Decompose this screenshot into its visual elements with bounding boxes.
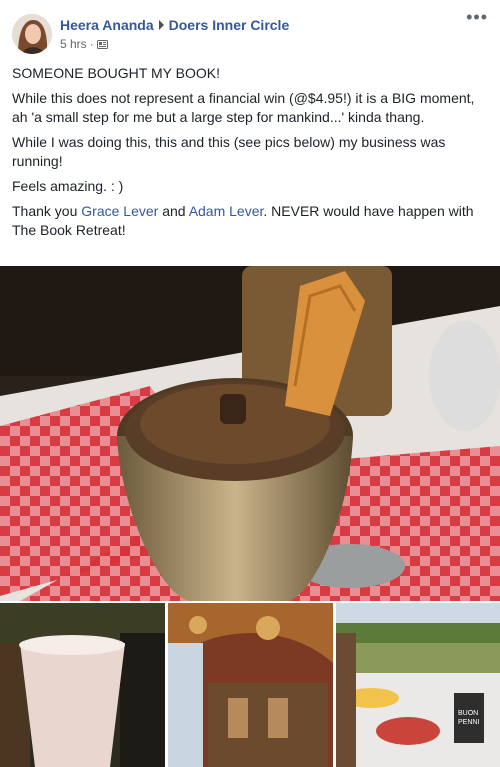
post-line-5: Thank you Grace Lever and Adam Lever. NE… [12,202,488,240]
feed-post: Heera Ananda Doers Inner Circle 5 hrs · •… [0,0,500,767]
post-line-3: While I was doing this, this and this (s… [12,134,446,169]
svg-text:PENNI: PENNI [458,719,479,726]
post-header: Heera Ananda Doers Inner Circle 5 hrs · •… [0,0,500,58]
group-name-link[interactable]: Doers Inner Circle [169,17,290,33]
thumb-photo-table[interactable]: BUON PENNI [336,603,500,767]
group-privacy-icon [96,39,108,50]
mention-grace-lever[interactable]: Grace Lever [81,203,158,219]
author-name-link[interactable]: Heera Ananda [60,17,154,33]
author-avatar[interactable] [12,14,52,54]
mention-adam-lever[interactable]: Adam Lever [189,203,264,219]
caret-right-icon [158,20,164,30]
thanks-and: and [158,203,189,219]
post-meta: 5 hrs · [60,37,108,51]
photo-thumbnails: BUON PENNI [0,603,500,767]
thumb-photo-fresco[interactable] [168,603,333,767]
thanks-prefix: Thank you [12,203,82,219]
post-line-2: While this does not represent a financia… [12,90,475,125]
author-group-line: Heera Ananda Doers Inner Circle [60,17,289,33]
meta-separator: · [89,37,94,51]
more-options-icon[interactable]: ••• [466,8,488,26]
main-photo-tiramisu[interactable] [0,266,500,601]
post-timestamp[interactable]: 5 hrs [60,37,87,51]
svg-text:BUON: BUON [458,710,478,717]
post-line-1: SOMEONE BOUGHT MY BOOK! [12,65,220,81]
thumb-photo-milkshake[interactable] [0,603,165,767]
post-line-4: Feels amazing. : ) [12,178,124,194]
post-body: SOMEONE BOUGHT MY BOOK! While this does … [12,64,488,246]
